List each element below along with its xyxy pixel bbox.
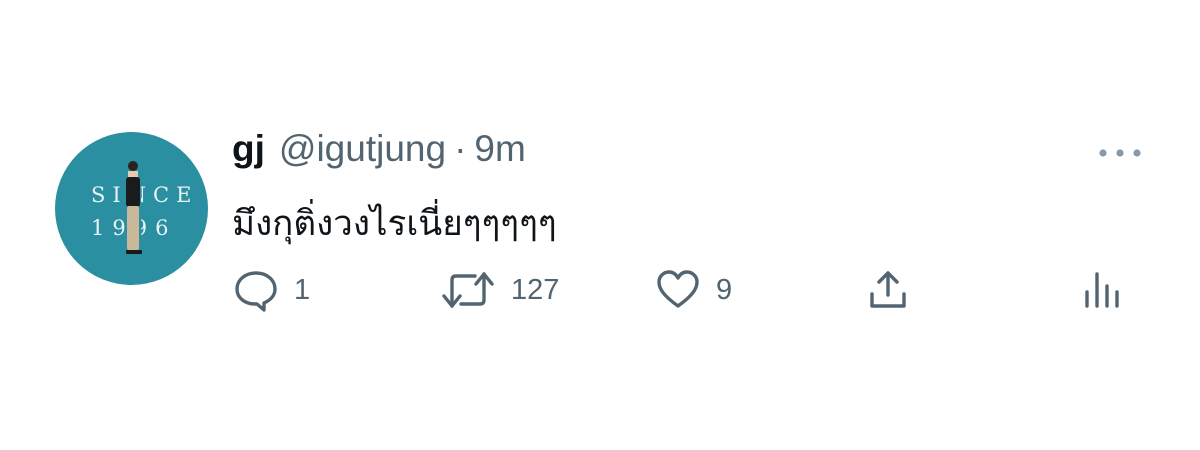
like-count: 9 xyxy=(716,273,733,306)
like-icon xyxy=(657,270,699,308)
reply-count: 1 xyxy=(294,273,311,306)
person-figure-icon xyxy=(125,161,142,256)
tweet-text: มึงกุติ่งวงไรเนี่ยๆๆๆๆๆ xyxy=(232,204,557,244)
reply-icon xyxy=(235,271,277,312)
reply-button[interactable]: 1 xyxy=(234,268,310,312)
user-handle[interactable]: @igutjung xyxy=(279,128,446,170)
share-button[interactable] xyxy=(866,268,910,312)
retweet-button[interactable]: 127 xyxy=(441,268,559,312)
retweet-icon xyxy=(442,272,494,308)
display-name[interactable]: gj xyxy=(232,128,265,170)
share-icon xyxy=(870,271,906,308)
like-button[interactable]: 9 xyxy=(656,268,732,312)
separator-dot: · xyxy=(454,128,467,169)
tweet[interactable]: SINCE 1996 gj @igutjung · 9m มึงกุติ่งวง… xyxy=(0,0,1200,450)
analytics-icon xyxy=(1085,272,1119,308)
tweet-header: gj @igutjung · 9m xyxy=(232,128,526,180)
more-icon[interactable] xyxy=(1098,148,1142,158)
timestamp[interactable]: 9m xyxy=(474,128,525,170)
analytics-button[interactable] xyxy=(1081,268,1125,312)
retweet-count: 127 xyxy=(511,273,560,306)
avatar[interactable]: SINCE 1996 xyxy=(55,132,208,285)
